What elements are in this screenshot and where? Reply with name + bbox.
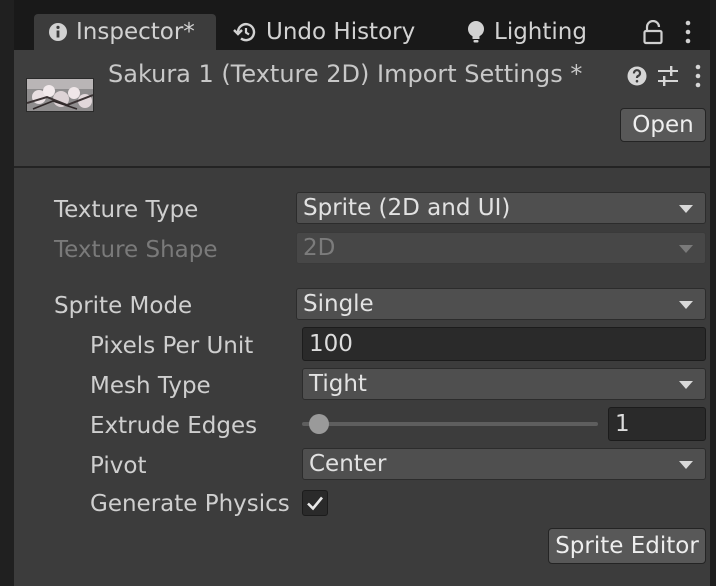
pivot-dropdown[interactable]: Center bbox=[302, 448, 706, 480]
right-edge bbox=[710, 0, 716, 586]
texture-thumbnail bbox=[26, 78, 94, 112]
open-button[interactable]: Open bbox=[620, 108, 706, 142]
tab-undo-history[interactable]: Undo History bbox=[230, 14, 436, 50]
pivot-label: Pivot bbox=[90, 453, 147, 479]
texture-type-label: Texture Type bbox=[54, 197, 199, 223]
chevron-down-icon bbox=[679, 381, 693, 389]
help-icon[interactable] bbox=[627, 66, 647, 86]
kebab-menu-icon[interactable] bbox=[680, 18, 696, 46]
mesh-type-value: Tight bbox=[309, 371, 367, 397]
chevron-down-icon bbox=[679, 461, 693, 469]
kebab-menu-icon[interactable] bbox=[692, 63, 704, 89]
texture-shape-dropdown: 2D bbox=[296, 232, 706, 264]
pixels-per-unit-label: Pixels Per Unit bbox=[90, 333, 254, 359]
presets-icon[interactable] bbox=[657, 66, 679, 86]
history-icon bbox=[232, 20, 258, 44]
sprite-mode-dropdown[interactable]: Single bbox=[296, 288, 706, 320]
tab-inspector-label: Inspector* bbox=[76, 19, 195, 45]
texture-type-value: Sprite (2D and UI) bbox=[303, 195, 511, 221]
sprite-editor-button[interactable]: Sprite Editor bbox=[548, 528, 706, 564]
mesh-type-label: Mesh Type bbox=[90, 373, 211, 399]
generate-physics-shape-label-wrap: Generate Physics Shape bbox=[90, 490, 298, 520]
chevron-down-icon bbox=[679, 245, 693, 253]
extrude-edges-input[interactable]: 1 bbox=[608, 407, 706, 441]
tab-lighting-label: Lighting bbox=[494, 19, 587, 45]
header-divider bbox=[14, 166, 710, 168]
lightbulb-icon bbox=[466, 20, 486, 44]
info-icon bbox=[48, 22, 68, 42]
left-dock-strip bbox=[0, 0, 14, 586]
checkmark-icon bbox=[307, 496, 324, 511]
generate-physics-shape-checkbox[interactable] bbox=[302, 490, 328, 516]
extrude-edges-slider-handle[interactable] bbox=[309, 414, 329, 434]
tab-bar: Inspector* Undo History Lighting bbox=[14, 0, 710, 50]
tab-undo-history-label: Undo History bbox=[266, 19, 416, 45]
extrude-edges-slider-track[interactable] bbox=[302, 422, 598, 426]
chevron-down-icon bbox=[679, 301, 693, 309]
tab-inspector[interactable]: Inspector* bbox=[34, 14, 216, 50]
pivot-value: Center bbox=[309, 451, 387, 477]
extrude-edges-label: Extrude Edges bbox=[90, 413, 258, 439]
texture-shape-value: 2D bbox=[303, 235, 336, 261]
pixels-per-unit-input[interactable]: 100 bbox=[302, 327, 706, 361]
texture-type-dropdown[interactable]: Sprite (2D and UI) bbox=[296, 192, 706, 224]
texture-shape-label: Texture Shape bbox=[54, 237, 218, 263]
generate-physics-shape-label: Generate Physics Shape bbox=[90, 491, 298, 517]
sprite-mode-label: Sprite Mode bbox=[54, 293, 193, 319]
chevron-down-icon bbox=[679, 205, 693, 213]
tab-lighting[interactable]: Lighting bbox=[462, 14, 612, 50]
lock-icon[interactable] bbox=[642, 19, 664, 46]
page-title: Sakura 1 (Texture 2D) Import Settings * bbox=[108, 60, 583, 88]
mesh-type-dropdown[interactable]: Tight bbox=[302, 368, 706, 400]
sprite-mode-value: Single bbox=[303, 291, 374, 317]
